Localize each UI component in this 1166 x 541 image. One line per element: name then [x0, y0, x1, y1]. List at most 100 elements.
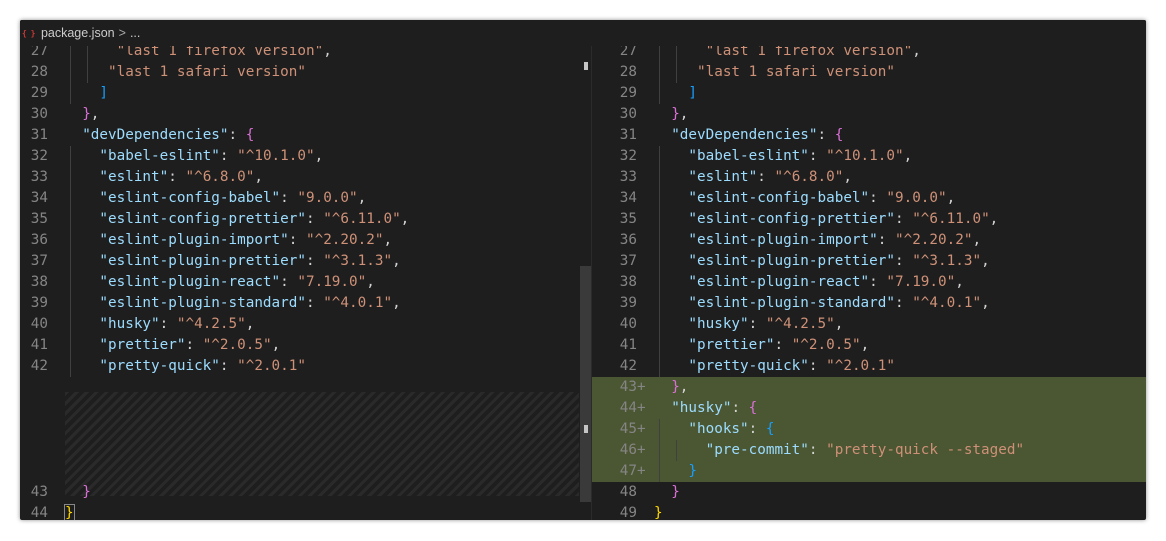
code-token: , — [400, 211, 410, 227]
code-line[interactable]: 37 "eslint-plugin-prettier": "^3.1.3", — [20, 251, 591, 272]
code-token: "^4.2.5" — [765, 316, 835, 332]
code-token: , — [392, 295, 401, 311]
code-token: "last 1 safari version" — [108, 64, 306, 80]
code-token: "babel-eslint" — [688, 148, 809, 164]
code-token: : — [748, 316, 766, 332]
code-text: "pre-commit": "pretty-quick --staged" — [706, 440, 1025, 461]
indent-guide — [70, 356, 72, 377]
code-token: : — [228, 127, 246, 143]
code-line[interactable]: 35 "eslint-config-prettier": "^6.11.0", — [592, 209, 1146, 230]
line-number: 40 — [619, 316, 637, 332]
code-text: "eslint-plugin-prettier": "^3.1.3", — [99, 251, 400, 272]
code-token: "eslint-plugin-prettier" — [688, 253, 895, 269]
code-token: "eslint" — [688, 169, 758, 185]
diff-modified-pane[interactable]: 27 "last 1 firefox version", 28 "last 1 saf… — [591, 20, 1146, 520]
code-line[interactable]: 45 + "hooks": { — [592, 419, 1146, 440]
breadcrumb-separator-icon: > — [118, 26, 126, 40]
code-line[interactable]: 43 +}, — [592, 377, 1146, 398]
code-token: "eslint-config-babel" — [688, 190, 870, 206]
code-line[interactable]: 29] — [20, 83, 591, 104]
code-line[interactable]: 28 "last 1 safari version" — [592, 62, 1146, 83]
line-number: 42 — [619, 358, 637, 374]
code-line[interactable]: 31 "devDependencies": { — [592, 125, 1146, 146]
indent-guide — [70, 209, 72, 230]
code-token: } — [64, 504, 75, 520]
breadcrumb-trail[interactable]: ... — [130, 26, 140, 40]
code-line[interactable]: 29] — [592, 83, 1146, 104]
code-line[interactable]: 43} — [20, 482, 591, 503]
code-text: "prettier": "^2.0.5", — [688, 335, 869, 356]
code-token: "^4.0.1" — [323, 295, 393, 311]
code-text: } — [654, 503, 663, 520]
code-line[interactable]: 40 "husky": "^4.2.5", — [592, 314, 1146, 335]
indent-guide — [659, 251, 661, 272]
code-token: : — [280, 190, 298, 206]
diff-original-pane[interactable]: 27 "last 1 firefox version", 28 "last 1 saf… — [20, 20, 591, 520]
code-line[interactable]: 34 "eslint-config-babel": "9.0.0", — [20, 188, 591, 209]
code-line[interactable]: 32 "babel-eslint": "^10.1.0", — [592, 146, 1146, 167]
code-line[interactable]: 34 "eslint-config-babel": "9.0.0", — [592, 188, 1146, 209]
code-token: { — [748, 400, 758, 416]
code-token: , — [357, 190, 367, 206]
code-line[interactable]: 44} — [20, 503, 591, 520]
code-text: } — [82, 482, 91, 503]
line-number: 29 — [619, 85, 637, 101]
json-file-icon: { } — [22, 28, 35, 38]
code-line[interactable]: 37 "eslint-plugin-prettier": "^3.1.3", — [592, 251, 1146, 272]
code-token: "husky" — [99, 316, 160, 332]
code-text: }, — [82, 104, 99, 125]
indent-guide — [70, 335, 72, 356]
code-line[interactable]: 47 +} — [592, 461, 1146, 482]
code-line[interactable]: 33 "eslint": "^6.8.0", — [592, 167, 1146, 188]
code-text: "eslint-config-prettier": "^6.11.0", — [688, 209, 998, 230]
code-token: "9.0.0" — [886, 190, 947, 206]
code-line[interactable]: 38 "eslint-plugin-react": "7.19.0", — [592, 272, 1146, 293]
code-token: "devDependencies" — [82, 127, 229, 143]
code-line[interactable]: 36 "eslint-plugin-import": "^2.20.2", — [20, 230, 591, 251]
code-line[interactable]: 39 "eslint-plugin-standard": "^4.0.1", — [20, 293, 591, 314]
line-number: 47 — [619, 463, 637, 479]
indent-guide — [70, 251, 72, 272]
code-line[interactable]: 31 "devDependencies": { — [20, 125, 591, 146]
line-number: 41 — [30, 337, 48, 353]
code-token: "^2.0.1" — [237, 358, 306, 374]
diff-empty-filler — [65, 392, 579, 496]
code-token: "^10.1.0" — [826, 148, 904, 164]
code-line[interactable]: 42 "pretty-quick": "^2.0.1" — [20, 356, 591, 377]
code-line[interactable]: 46 + "pre-commit": "pretty-quick --staged" — [592, 440, 1146, 461]
code-line[interactable]: 40 "husky": "^4.2.5", — [20, 314, 591, 335]
line-number: 36 — [619, 232, 637, 248]
code-text: }, — [671, 104, 688, 125]
indent-guide — [659, 209, 661, 230]
code-line[interactable]: 36 "eslint-plugin-import": "^2.20.2", — [592, 230, 1146, 251]
code-text: "babel-eslint": "^10.1.0", — [99, 146, 323, 167]
code-line[interactable]: 30}, — [592, 104, 1146, 125]
code-line[interactable]: 49} — [592, 503, 1146, 520]
code-text: "babel-eslint": "^10.1.0", — [688, 146, 912, 167]
code-token: } — [82, 106, 91, 122]
code-line[interactable]: 48} — [592, 482, 1146, 503]
code-line[interactable]: 41 "prettier": "^2.0.5", — [592, 335, 1146, 356]
breadcrumb-file[interactable]: package.json — [41, 26, 115, 40]
code-token: ] — [688, 85, 697, 101]
code-line[interactable]: 28 "last 1 safari version" — [20, 62, 591, 83]
code-line[interactable]: 38 "eslint-plugin-react": "7.19.0", — [20, 272, 591, 293]
code-text: "devDependencies": { — [82, 125, 254, 146]
code-text: "eslint-plugin-standard": "^4.0.1", — [99, 293, 400, 314]
code-line[interactable]: 41 "prettier": "^2.0.5", — [20, 335, 591, 356]
code-token: : — [894, 211, 913, 227]
indent-guide — [659, 314, 661, 335]
code-text: "eslint-config-prettier": "^6.11.0", — [99, 209, 409, 230]
code-line[interactable]: 39 "eslint-plugin-standard": "^4.0.1", — [592, 293, 1146, 314]
diff-added-icon: + — [637, 400, 646, 416]
code-line[interactable]: 44 + "husky": { — [592, 398, 1146, 419]
code-line[interactable]: 35 "eslint-config-prettier": "^6.11.0", — [20, 209, 591, 230]
indent-guide — [70, 272, 72, 293]
code-token: : — [748, 421, 766, 437]
code-token: "^2.0.5" — [202, 337, 272, 353]
code-line[interactable]: 42 "pretty-quick": "^2.0.1" — [592, 356, 1146, 377]
code-line[interactable]: 32 "babel-eslint": "^10.1.0", — [20, 146, 591, 167]
code-token: "^6.8.0" — [774, 169, 844, 185]
code-line[interactable]: 30}, — [20, 104, 591, 125]
code-line[interactable]: 33 "eslint": "^6.8.0", — [20, 167, 591, 188]
